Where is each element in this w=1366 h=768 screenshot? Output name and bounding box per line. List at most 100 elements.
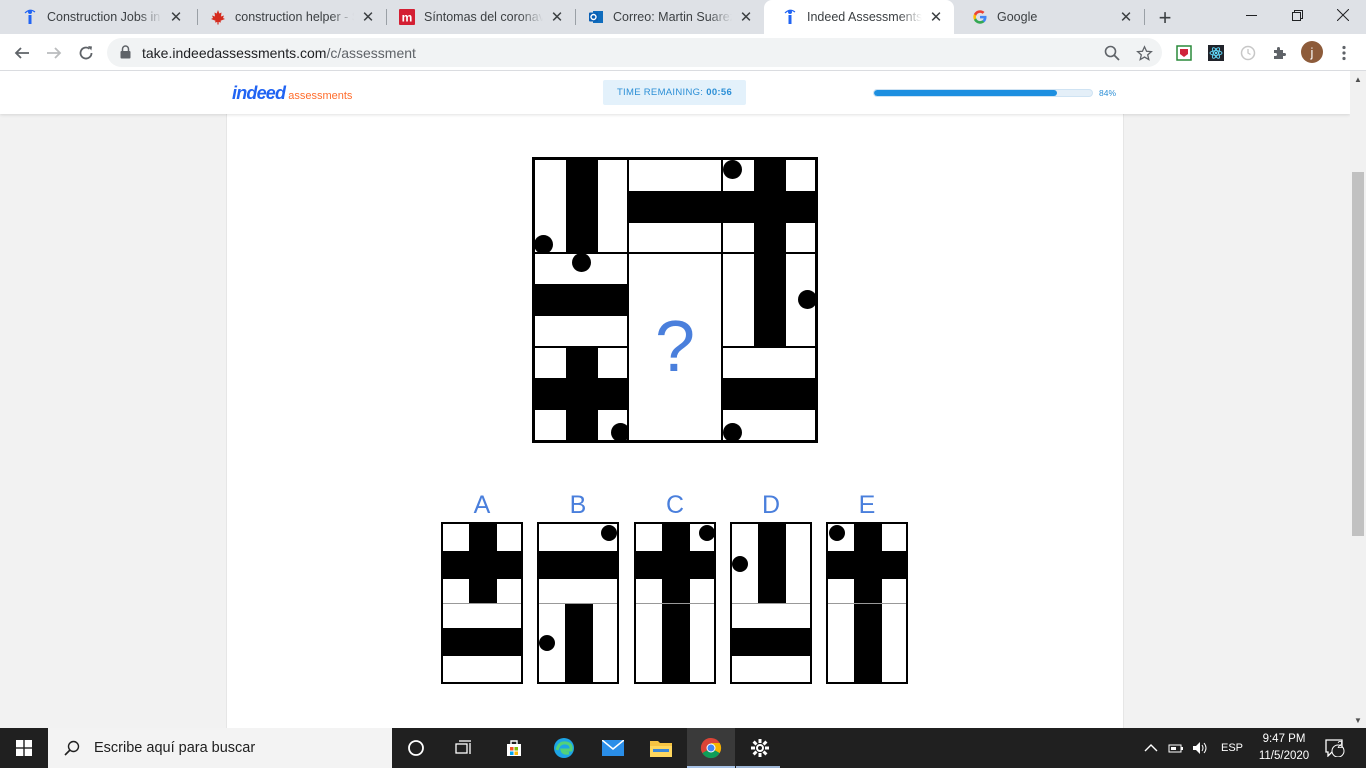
zoom-icon[interactable] bbox=[1102, 43, 1122, 63]
cortana-button[interactable] bbox=[392, 728, 440, 768]
progress-bar bbox=[873, 89, 1093, 97]
logo-sub: assessments bbox=[288, 90, 353, 102]
horizontal-bar bbox=[535, 284, 627, 316]
timer-value: 00:56 bbox=[706, 87, 733, 98]
taskbar-edge[interactable] bbox=[540, 728, 588, 768]
react-devtools-icon[interactable] bbox=[1206, 43, 1226, 63]
close-icon[interactable]: ✕ bbox=[928, 9, 944, 26]
mail-icon bbox=[602, 740, 624, 756]
vertical-bar bbox=[566, 160, 598, 252]
show-hidden-icons[interactable] bbox=[1144, 728, 1158, 768]
cortana-icon bbox=[408, 740, 424, 756]
windows-icon bbox=[16, 740, 32, 756]
vertical-bar bbox=[754, 160, 786, 252]
scrollbar-thumb[interactable] bbox=[1352, 172, 1364, 536]
taskbar-settings[interactable] bbox=[736, 728, 784, 768]
tab-google[interactable]: Google ✕ bbox=[954, 0, 1144, 34]
logo-brand: indeed bbox=[232, 83, 286, 103]
close-icon[interactable]: ✕ bbox=[1118, 9, 1134, 26]
close-icon[interactable]: ✕ bbox=[168, 9, 184, 26]
bookmark-star-icon[interactable] bbox=[1134, 43, 1154, 63]
tab-title: Google bbox=[997, 10, 1038, 24]
tab-indeed-assessments[interactable]: Indeed Assessments ✕ bbox=[764, 0, 954, 34]
missing-cell: ? bbox=[628, 253, 722, 441]
matrix-cell-2-1 bbox=[534, 253, 628, 347]
vertical-bar bbox=[758, 524, 786, 604]
tab-construction-jobs[interactable]: Construction Jobs in Ca ✕ bbox=[4, 0, 194, 34]
shield-extension-icon[interactable] bbox=[1174, 43, 1194, 63]
time-remaining-badge: TIME REMAINING: 00:56 bbox=[603, 80, 746, 105]
tab-sintomas-coronavirus[interactable]: m Síntomas del coronaviru ✕ bbox=[381, 0, 575, 34]
timer-label: TIME REMAINING: bbox=[616, 87, 704, 98]
url-text: take.indeedassessments.com/c/assessment bbox=[142, 45, 416, 61]
clock-date: 11/5/2020 bbox=[1258, 750, 1310, 762]
new-tab-button[interactable]: + bbox=[1152, 5, 1178, 31]
dot bbox=[601, 525, 617, 541]
close-icon[interactable]: ✕ bbox=[360, 9, 376, 26]
taskbar-file-explorer[interactable] bbox=[637, 728, 685, 768]
progress-fill bbox=[874, 90, 1058, 96]
google-icon bbox=[972, 9, 988, 25]
matrix-cell-1-2 bbox=[628, 159, 722, 253]
option-a[interactable] bbox=[441, 522, 523, 684]
horizontal-bar bbox=[732, 628, 810, 656]
dot bbox=[534, 235, 553, 254]
chrome-icon bbox=[700, 737, 722, 759]
option-label-d: D bbox=[761, 491, 781, 519]
option-b[interactable] bbox=[537, 522, 619, 684]
tab-title: Construction Jobs in Ca bbox=[47, 10, 162, 24]
minimize-button[interactable] bbox=[1228, 0, 1274, 30]
option-d[interactable] bbox=[730, 522, 812, 684]
timer-extension-icon[interactable] bbox=[1238, 43, 1258, 63]
maple-leaf-icon bbox=[210, 9, 226, 25]
scroll-up-icon[interactable]: ▲ bbox=[1350, 71, 1366, 87]
indeed-assessments-logo: indeed assessments bbox=[232, 83, 352, 104]
indeed-favicon-icon bbox=[782, 9, 798, 25]
address-bar[interactable]: take.indeedassessments.com/c/assessment bbox=[107, 38, 1162, 67]
dot bbox=[539, 635, 555, 651]
scroll-down-icon[interactable]: ▼ bbox=[1350, 712, 1366, 728]
back-button[interactable] bbox=[8, 39, 36, 67]
taskbar-search[interactable]: Escribe aquí para buscar bbox=[48, 728, 392, 768]
tab-title: Correo: Martin Suarez - bbox=[613, 10, 732, 24]
search-icon bbox=[62, 740, 82, 756]
dot bbox=[699, 525, 714, 541]
search-placeholder: Escribe aquí para buscar bbox=[94, 740, 256, 756]
dot bbox=[572, 253, 591, 272]
taskbar-clock[interactable]: 9:47 PM 11/5/2020 bbox=[1246, 731, 1322, 765]
taskbar-store[interactable] bbox=[490, 728, 538, 768]
close-icon[interactable]: ✕ bbox=[738, 9, 754, 26]
matrix-cell-3-1 bbox=[534, 347, 630, 442]
task-view-button[interactable] bbox=[440, 728, 488, 768]
menu-kebab-icon[interactable] bbox=[1334, 43, 1354, 63]
close-window-button[interactable] bbox=[1320, 0, 1366, 30]
puzzle-extensions-icon[interactable] bbox=[1270, 43, 1290, 63]
matrix-cell-1-1 bbox=[534, 159, 628, 254]
page-scrollbar[interactable]: ▲ ▼ bbox=[1350, 71, 1366, 728]
start-button[interactable] bbox=[0, 728, 48, 768]
tab-construction-helper[interactable]: construction helper - Su ✕ bbox=[192, 0, 386, 34]
taskbar-chrome[interactable] bbox=[687, 728, 735, 768]
option-c[interactable] bbox=[634, 522, 716, 684]
tab-correo-outlook[interactable]: Correo: Martin Suarez - ✕ bbox=[570, 0, 764, 34]
forward-button[interactable] bbox=[40, 39, 68, 67]
profile-avatar[interactable]: j bbox=[1301, 41, 1323, 63]
volume-status[interactable] bbox=[1192, 728, 1210, 768]
dot bbox=[829, 525, 845, 541]
close-icon[interactable]: ✕ bbox=[549, 9, 565, 26]
vertical-bar bbox=[566, 348, 598, 440]
horizontal-bar bbox=[539, 551, 617, 579]
divider bbox=[443, 603, 521, 604]
option-label-e: E bbox=[858, 491, 876, 519]
network-status[interactable] bbox=[1168, 728, 1186, 768]
matrix-cell-2-3 bbox=[722, 253, 817, 347]
restore-button[interactable] bbox=[1274, 0, 1320, 30]
taskbar-mail[interactable] bbox=[589, 728, 637, 768]
folder-icon bbox=[650, 741, 672, 757]
option-label-b: B bbox=[569, 491, 587, 519]
option-e[interactable] bbox=[826, 522, 908, 684]
language-indicator[interactable]: ESP bbox=[1221, 728, 1243, 768]
clock-time: 9:47 PM bbox=[1262, 733, 1306, 745]
question-mark: ? bbox=[654, 307, 696, 387]
reload-button[interactable] bbox=[72, 39, 100, 67]
